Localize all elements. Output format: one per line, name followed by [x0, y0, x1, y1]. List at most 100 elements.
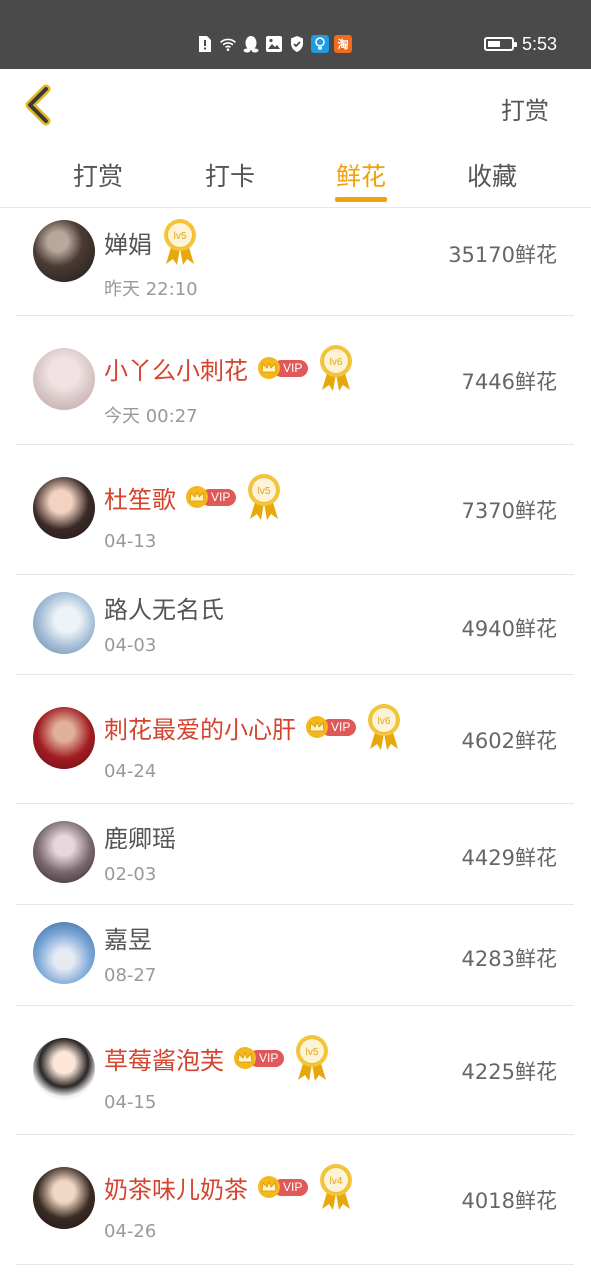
- level-label: lv6: [330, 357, 343, 368]
- alert-icon: [196, 35, 214, 53]
- reward-action-button[interactable]: 打赏: [501, 91, 549, 126]
- gift-date: 昨天 22:10: [104, 279, 198, 300]
- user-name[interactable]: 路人无名氏: [104, 590, 224, 625]
- user-name[interactable]: 奶茶味儿奶茶: [104, 1170, 248, 1205]
- name-line: 小丫么小刺花 VIP lv6: [104, 344, 354, 392]
- flower-amount: 4225鲜花: [461, 1060, 557, 1084]
- taobao-icon: 淘: [334, 35, 352, 53]
- status-right: 5:53: [483, 33, 557, 55]
- header: 打赏: [0, 69, 591, 139]
- gift-date: 04-13: [104, 531, 157, 552]
- avatar[interactable]: [33, 1167, 95, 1229]
- flower-amount: 7446鲜花: [461, 370, 557, 394]
- crown-icon: [258, 357, 280, 379]
- user-name[interactable]: 杜笙歌: [104, 480, 176, 515]
- list-item[interactable]: 嘉昱 08-27 4283鲜花: [16, 905, 574, 1006]
- flower-amount: 4283鲜花: [461, 947, 557, 971]
- ranking-list: 婵娟 lv5 昨天 22:10 35170鲜花小丫么小刺花 VIP lv6 今天 00:27…: [16, 208, 574, 1265]
- active-tab-indicator: [335, 197, 387, 202]
- level-label: lv6: [378, 716, 391, 727]
- level-medal-icon: lv5: [294, 1034, 330, 1082]
- avatar[interactable]: [33, 821, 95, 883]
- level-label: lv5: [174, 231, 187, 242]
- user-name[interactable]: 刺花最爱的小心肝: [104, 710, 296, 745]
- gift-date: 04-26: [104, 1221, 157, 1242]
- crown-icon: [234, 1047, 256, 1069]
- bulb-icon: [311, 35, 329, 53]
- shield-icon: [288, 35, 306, 53]
- vip-badge: VIP: [306, 716, 357, 738]
- level-medal-icon: lv4: [318, 1163, 354, 1211]
- wifi-icon: [219, 35, 237, 53]
- user-name[interactable]: 鹿卿瑶: [104, 819, 176, 854]
- gift-date: 今天 00:27: [104, 406, 198, 427]
- tab-bar: 打赏 打卡 鲜花 收藏: [0, 139, 591, 208]
- name-line: 鹿卿瑶: [104, 819, 176, 854]
- level-label: lv5: [306, 1047, 319, 1058]
- avatar[interactable]: [33, 348, 95, 410]
- list-item[interactable]: 婵娟 lv5 昨天 22:10 35170鲜花: [16, 208, 574, 316]
- crown-icon: [258, 1176, 280, 1198]
- avatar[interactable]: [33, 592, 95, 654]
- user-name[interactable]: 小丫么小刺花: [104, 351, 248, 386]
- tab-checkin[interactable]: 打卡: [180, 157, 280, 193]
- name-line: 草莓酱泡芙 VIP lv5: [104, 1034, 330, 1082]
- back-button[interactable]: [22, 83, 58, 127]
- level-medal-icon: lv6: [366, 703, 402, 751]
- crown-icon: [186, 486, 208, 508]
- level-label: lv4: [330, 1176, 343, 1187]
- name-line: 刺花最爱的小心肝 VIP lv6: [104, 703, 402, 751]
- status-time: 5:53: [521, 33, 557, 54]
- gift-date: 08-27: [104, 965, 157, 986]
- avatar[interactable]: [33, 477, 95, 539]
- gift-date: 04-15: [104, 1092, 157, 1113]
- list-item[interactable]: 路人无名氏 04-03 4940鲜花: [16, 575, 574, 675]
- chevron-left-icon: [25, 84, 51, 126]
- gallery-icon: [265, 35, 283, 53]
- list-item[interactable]: 草莓酱泡芙 VIP lv5 04-15 4225鲜花: [16, 1006, 574, 1135]
- name-line: 杜笙歌 VIP lv5: [104, 473, 282, 521]
- list-item[interactable]: 奶茶味儿奶茶 VIP lv4 04-26 4018鲜花: [16, 1135, 574, 1265]
- level-label: lv5: [258, 486, 271, 497]
- user-name[interactable]: 婵娟: [104, 225, 152, 260]
- list-item[interactable]: 小丫么小刺花 VIP lv6 今天 00:27 7446鲜花: [16, 316, 574, 445]
- gift-date: 04-24: [104, 761, 157, 782]
- flower-amount: 7370鲜花: [461, 499, 557, 523]
- level-medal-icon: lv5: [246, 473, 282, 521]
- crown-icon: [306, 716, 328, 738]
- avatar[interactable]: [33, 707, 95, 769]
- status-bar: 淘 5:53: [0, 0, 591, 69]
- avatar[interactable]: [33, 1038, 95, 1100]
- gift-date: 04-03: [104, 635, 157, 656]
- name-line: 路人无名氏: [104, 590, 224, 625]
- flower-amount: 4602鲜花: [461, 729, 557, 753]
- level-medal-icon: lv6: [318, 344, 354, 392]
- vip-badge: VIP: [234, 1047, 285, 1069]
- name-line: 婵娟 lv5: [104, 218, 198, 266]
- tab-flowers[interactable]: 鲜花: [311, 157, 411, 193]
- list-item[interactable]: 鹿卿瑶 02-03 4429鲜花: [16, 804, 574, 905]
- avatar[interactable]: [33, 922, 95, 984]
- flower-amount: 35170鲜花: [448, 243, 557, 267]
- name-line: 嘉昱: [104, 920, 152, 955]
- tab-favorites[interactable]: 收藏: [442, 157, 542, 193]
- list-item[interactable]: 杜笙歌 VIP lv5 04-13 7370鲜花: [16, 445, 574, 575]
- qq-icon: [242, 35, 260, 53]
- status-icons: 淘: [196, 33, 352, 55]
- tab-reward[interactable]: 打赏: [48, 157, 148, 193]
- vip-badge: VIP: [258, 357, 309, 379]
- battery-icon: [483, 37, 517, 51]
- vip-badge: VIP: [258, 1176, 309, 1198]
- flower-amount: 4429鲜花: [461, 846, 557, 870]
- avatar[interactable]: [33, 220, 95, 282]
- gift-date: 02-03: [104, 864, 157, 885]
- level-medal-icon: lv5: [162, 218, 198, 266]
- battery-level: [487, 41, 501, 47]
- name-line: 奶茶味儿奶茶 VIP lv4: [104, 1163, 354, 1211]
- user-name[interactable]: 嘉昱: [104, 920, 152, 955]
- list-item[interactable]: 刺花最爱的小心肝 VIP lv6 04-24 4602鲜花: [16, 675, 574, 804]
- flower-amount: 4940鲜花: [461, 617, 557, 641]
- vip-badge: VIP: [186, 486, 237, 508]
- flower-amount: 4018鲜花: [461, 1189, 557, 1213]
- user-name[interactable]: 草莓酱泡芙: [104, 1041, 224, 1076]
